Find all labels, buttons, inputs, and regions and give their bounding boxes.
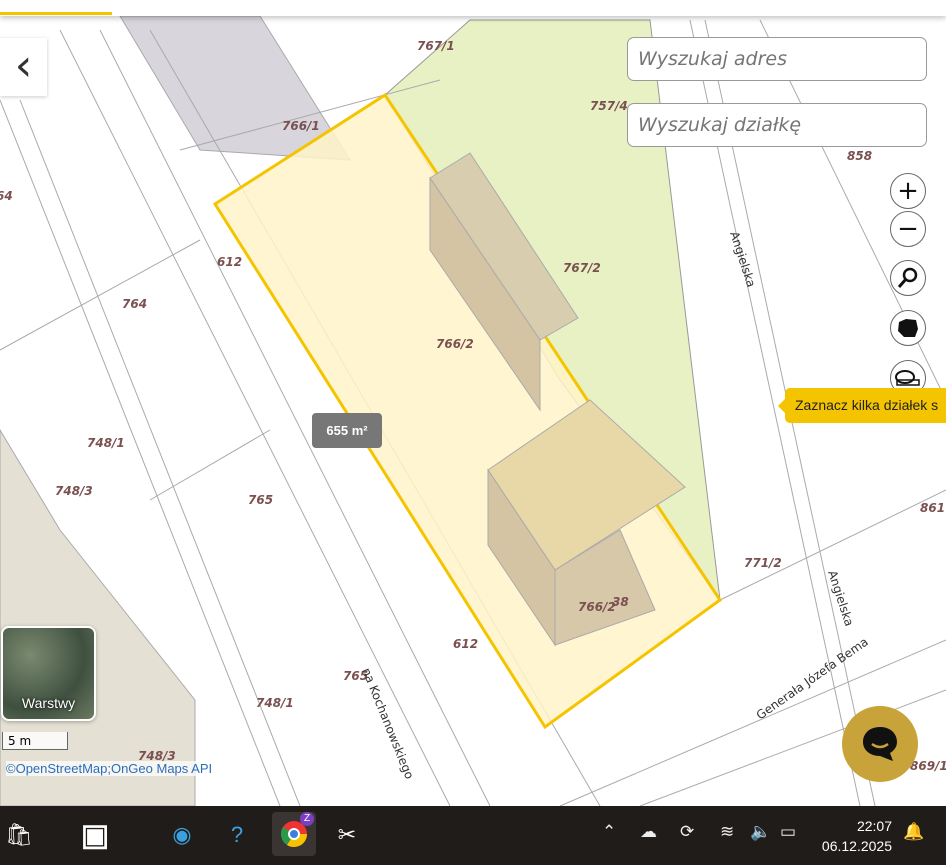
clock[interactable]: 22:07 06.12.2025: [820, 816, 892, 856]
magnifier-icon: [897, 267, 918, 288]
volume-icon[interactable]: 🔈: [750, 822, 771, 842]
sync-icon[interactable]: ⟳: [680, 822, 694, 842]
otodam-icon[interactable]: ▣: [50, 818, 140, 852]
parcel-label: 766/1: [282, 119, 320, 133]
chrome-icon[interactable]: Z: [272, 812, 316, 856]
active-tab-indicator: [0, 12, 112, 15]
parcel-label: 869/1: [910, 759, 946, 773]
snipping-tool-icon[interactable]: ✂: [330, 818, 364, 852]
poland-icon: [898, 319, 918, 337]
plus-icon: +: [897, 176, 919, 206]
zoom-in-button[interactable]: +: [890, 173, 926, 209]
edge-icon[interactable]: ◉: [165, 818, 199, 852]
notification-bell-icon[interactable]: 🔔: [903, 822, 924, 842]
wifi-icon[interactable]: ≋: [720, 822, 734, 842]
search-parcel-input[interactable]: [627, 103, 927, 147]
help-icon[interactable]: ?: [220, 818, 254, 852]
parcel-label: 764: [122, 297, 147, 311]
parcel-label: 861: [920, 501, 945, 515]
parcel-label: 748/3: [55, 484, 93, 498]
tape-measure-icon: [895, 370, 920, 386]
parcel-label: 612: [453, 637, 478, 651]
top-bar: [0, 0, 946, 16]
parcel-label: 612: [217, 255, 242, 269]
attribution-link[interactable]: ©OpenStreetMap;OnGeo Maps API: [6, 761, 213, 776]
tooltip: Zaznacz kilka działek s: [778, 388, 946, 423]
parcel-label: 767/1: [417, 39, 455, 53]
minus-icon: −: [897, 214, 919, 244]
parcel-label: 767/2: [563, 261, 601, 275]
layers-label: Warstwy: [21, 695, 76, 711]
taskbar: 🛍 ▣ ◉ ? Z ✂ ⌃ ☁ ⟳ ≋ 🔈 ▭ 22:07 06.12.2025 …: [0, 806, 946, 865]
zoom-out-button[interactable]: −: [890, 211, 926, 247]
back-button[interactable]: ‹: [0, 38, 47, 96]
search-map-button[interactable]: [890, 260, 926, 296]
layers-button[interactable]: Warstwy: [1, 626, 96, 721]
parcel-label: 748/1: [87, 436, 125, 450]
chat-icon: [863, 727, 897, 761]
chat-button[interactable]: [842, 706, 918, 782]
poland-map-button[interactable]: [890, 310, 926, 346]
area-badge: 655 m²: [312, 413, 382, 448]
search-address-input[interactable]: [627, 37, 927, 81]
parcel-label: 64: [0, 189, 13, 203]
chrome-profile-badge: Z: [300, 812, 314, 826]
store-icon[interactable]: 🛍: [2, 818, 36, 852]
parcel-label: 38: [612, 595, 629, 609]
battery-icon[interactable]: ▭: [780, 822, 796, 842]
chevron-left-icon: ‹: [14, 40, 33, 91]
parcel-label: 858: [847, 149, 872, 163]
chevron-up-icon[interactable]: ⌃: [602, 822, 616, 842]
parcel-label: 765: [248, 493, 273, 507]
parcel-label: 748/1: [256, 696, 294, 710]
parcel-label: 757/4: [590, 99, 628, 113]
parcel-label: 766/2: [578, 600, 616, 614]
parcel-label: 771/2: [744, 556, 782, 570]
scale-bar: 5 m: [2, 732, 68, 750]
cloud-icon[interactable]: ☁: [640, 822, 657, 842]
parcel-label: 766/2: [436, 337, 474, 351]
